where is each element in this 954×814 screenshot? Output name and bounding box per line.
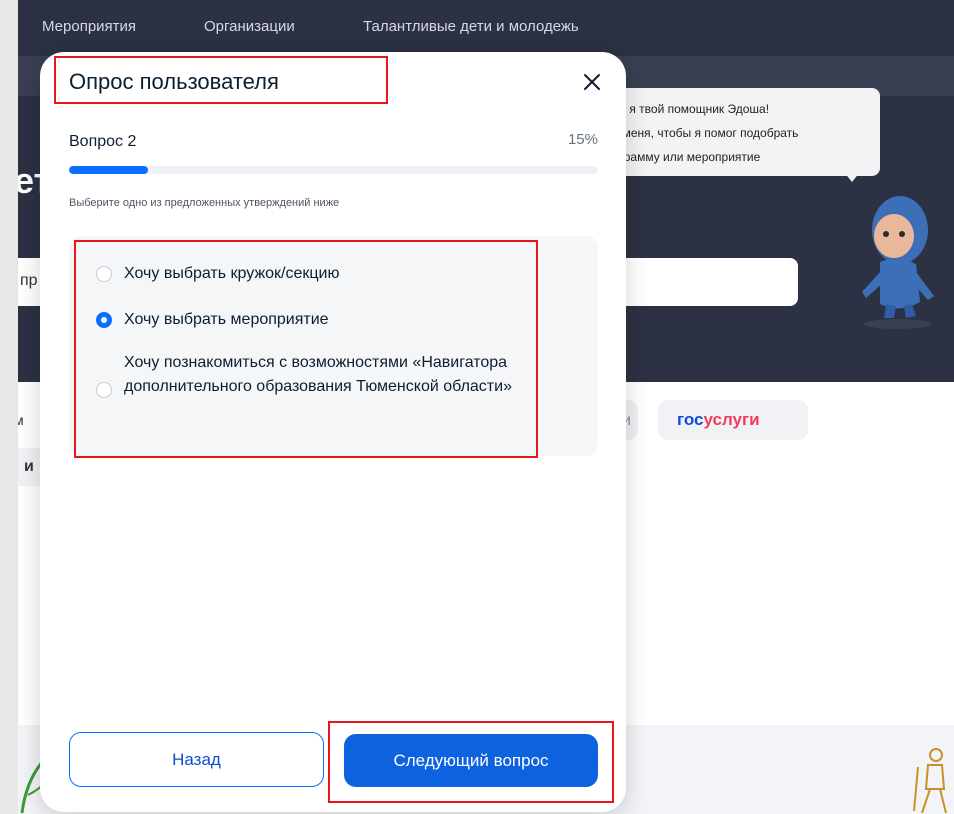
gosuslugi-logo-part-1: гос [677,410,704,429]
option-label: Хочу выбрать мероприятие [124,311,329,328]
option-navigator[interactable]: Хочу познакомиться с возможностями «Нави… [96,348,576,428]
partner-pill-left-text: и [24,458,34,475]
close-icon[interactable] [578,68,606,96]
user-survey-modal: Опрос пользователя Вопрос 2 15% Выберите… [40,52,626,812]
mascot-edosha-icon[interactable] [850,192,942,332]
partner-partial-text: м [18,412,24,428]
option-label: Хочу выбрать кружок/секцию [124,265,340,282]
assistant-line-2: на меня, чтобы я помог подобрать [606,126,799,140]
option-event[interactable]: Хочу выбрать мероприятие [96,308,576,332]
gosuslugi-logo: госуслуги [677,410,760,430]
radio-checked-icon[interactable] [96,312,112,328]
gosuslugi-logo-part-2: услуги [703,410,760,429]
assistant-speech-bubble: вет, я твой помощник Эдоша! на меня, что… [588,88,880,176]
option-label: Хочу познакомиться с возможностями «Нави… [124,354,512,395]
question-number-label: Вопрос 2 [69,133,137,150]
assistant-line-3: рограмму или мероприятие [606,150,761,164]
progress-percent: 15% [567,131,598,148]
radio-unchecked-icon[interactable] [96,266,112,282]
progress-bar [69,166,598,174]
assistant-line-1: вет, я твой помощник Эдоша! [606,102,770,116]
hero-search-partial-text: пр [20,272,38,289]
back-button[interactable]: Назад [69,732,324,787]
next-question-button[interactable]: Следующий вопрос [344,734,598,787]
nav-link-talented-youth[interactable]: Талантливые дети и молодежь [363,18,579,35]
instruction-text: Выберите одно из предложенных утверждени… [69,197,340,209]
modal-title: Опрос пользователя [69,69,279,94]
speech-bubble-tail [844,172,860,182]
progress-fill [69,166,149,174]
options-group: Хочу выбрать кружок/секцию Хочу выбрать … [69,236,598,456]
nav-link-events[interactable]: Мероприятия [42,18,136,35]
radio-unchecked-icon[interactable] [96,382,112,398]
top-nav: Мероприятия Организации Талантливые дети… [18,0,954,56]
nav-link-organizations[interactable]: Организации [204,18,295,35]
hiker-illustration-icon [913,748,947,814]
option-club-section[interactable]: Хочу выбрать кружок/секцию [96,262,576,286]
